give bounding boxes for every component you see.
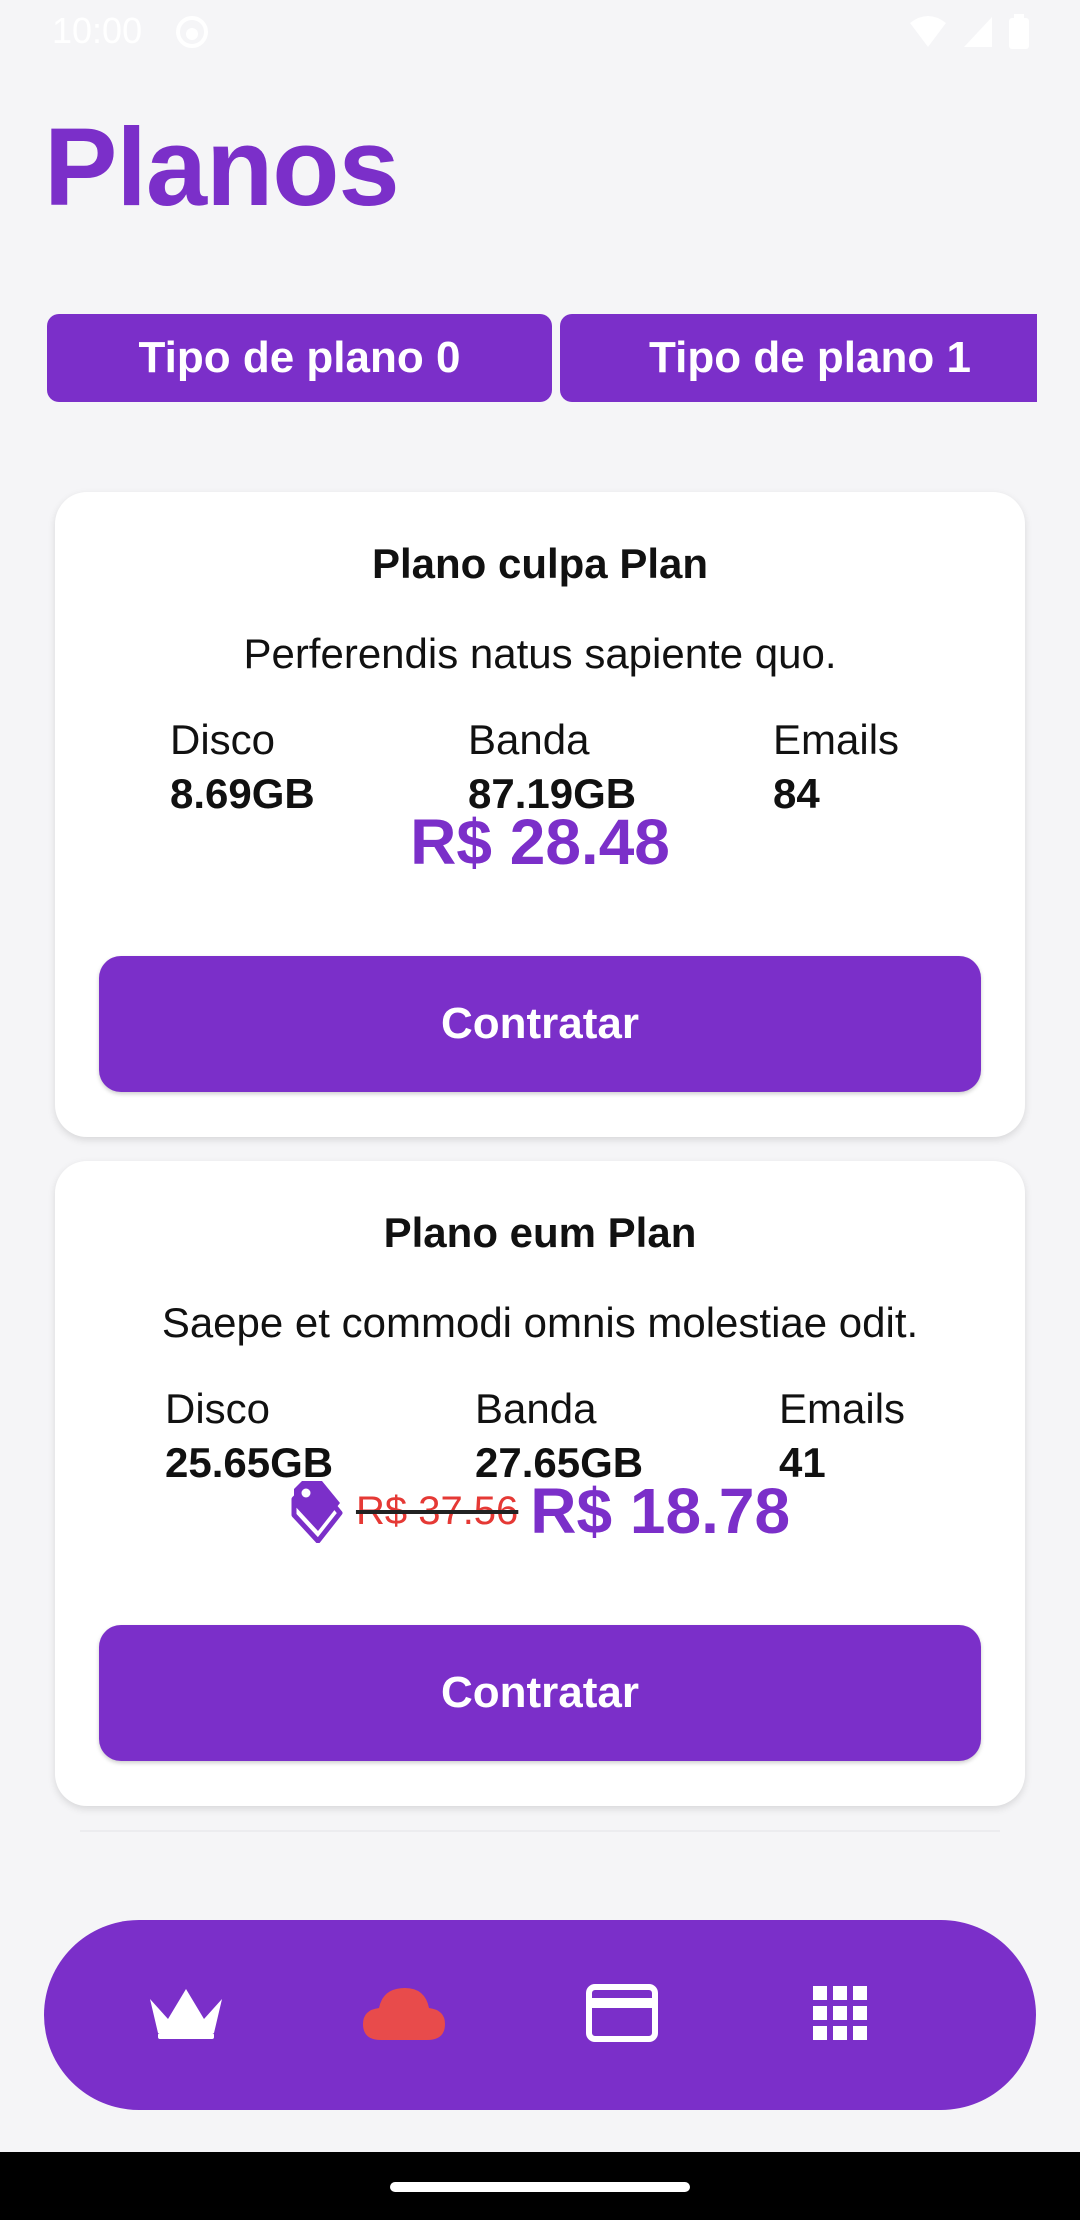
- discount-tag-icon: [290, 1479, 344, 1544]
- spec-label: Disco: [170, 716, 276, 763]
- plan-card: Plano eum Plan Saepe et commodi omnis mo…: [55, 1161, 1025, 1806]
- tab-plan-type-1[interactable]: Tipo de plano 1: [560, 314, 1037, 402]
- page-title: Planos: [44, 106, 400, 229]
- nav-item-plans[interactable]: [116, 1920, 256, 2110]
- battery-icon: [1008, 14, 1030, 54]
- tab-plan-type-0[interactable]: Tipo de plano 0: [47, 314, 552, 402]
- cloud-icon: [361, 1984, 447, 2046]
- notification-icon: [174, 14, 210, 54]
- wifi-icon: [908, 15, 948, 53]
- status-time: 10:00: [52, 10, 143, 51]
- spec-label: Disco: [165, 1385, 271, 1432]
- original-price: R$ 37.56: [355, 1488, 519, 1533]
- crown-icon: [146, 1985, 226, 2045]
- spec-label: Banda: [468, 716, 590, 763]
- spec-label: Banda: [475, 1385, 597, 1432]
- home-gesture-handle[interactable]: [390, 2182, 690, 2192]
- plan-price: R$ 28.48: [410, 806, 670, 878]
- spec-label: Emails: [773, 716, 900, 763]
- system-navigation-bar: [0, 2152, 1080, 2220]
- plan-type-tabs: Tipo de plano 0 Tipo de plano 1: [47, 314, 1037, 402]
- signal-icon: [962, 15, 994, 53]
- nav-item-billing[interactable]: [552, 1920, 692, 2110]
- plan-price: R$ 18.78: [530, 1475, 791, 1547]
- spec-label: Emails: [779, 1385, 906, 1432]
- list-divider: [80, 1830, 1000, 1832]
- nav-item-hosting[interactable]: [334, 1920, 474, 2110]
- apps-grid-icon: [811, 1984, 869, 2046]
- bottom-navigation: [44, 1920, 1036, 2110]
- status-icons: [908, 14, 1030, 54]
- plan-title: Plano culpa Plan: [371, 540, 709, 587]
- contract-button[interactable]: Contratar: [99, 1625, 981, 1761]
- plan-description: Perferendis natus sapiente quo.: [243, 630, 837, 677]
- credit-card-icon: [586, 1984, 658, 2046]
- contract-button[interactable]: Contratar: [99, 956, 981, 1092]
- price-row: R$ 28.48: [55, 797, 1025, 887]
- plan-title: Plano eum Plan: [383, 1209, 697, 1256]
- price-row: R$ 37.56 R$ 18.78: [55, 1466, 1025, 1556]
- status-bar: 10:00: [0, 0, 1080, 64]
- nav-item-more[interactable]: [770, 1920, 910, 2110]
- plan-description: Saepe et commodi omnis molestiae odit.: [161, 1299, 919, 1346]
- plan-card: Plano culpa Plan Perferendis natus sapie…: [55, 492, 1025, 1137]
